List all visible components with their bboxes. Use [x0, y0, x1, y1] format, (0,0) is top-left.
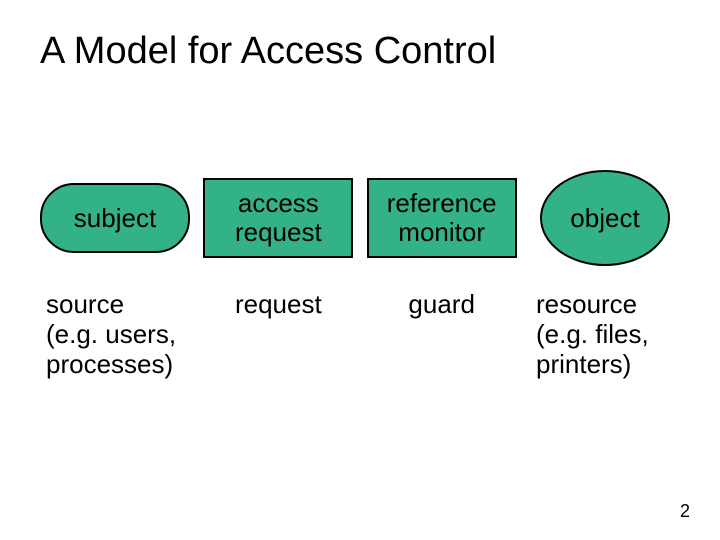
- label-source: source(e.g. users,processes): [40, 290, 190, 380]
- label-guard: guard: [367, 290, 517, 320]
- shape-reference-monitor: referencemonitor: [367, 178, 517, 258]
- cell-label-guard: guard: [367, 290, 517, 320]
- shape-access-request: accessrequest: [203, 178, 353, 258]
- cell-reference-monitor: referencemonitor: [367, 178, 517, 258]
- cell-label-resource: resource(e.g. files,printers): [530, 290, 680, 380]
- shape-object: object: [540, 170, 670, 266]
- label-request: request: [203, 290, 353, 320]
- cell-access-request: accessrequest: [203, 178, 353, 258]
- cell-subject: subject: [40, 183, 190, 253]
- cell-label-source: source(e.g. users,processes): [40, 290, 190, 380]
- slide-title: A Model for Access Control: [40, 30, 496, 73]
- page-number: 2: [680, 501, 690, 522]
- label-resource: resource(e.g. files,printers): [530, 290, 680, 380]
- cell-label-request: request: [203, 290, 353, 320]
- labels-row: source(e.g. users,processes) request gua…: [40, 290, 680, 380]
- diagram-row: subject accessrequest referencemonitor o…: [40, 170, 680, 266]
- cell-object: object: [530, 170, 680, 266]
- shape-subject: subject: [40, 183, 190, 253]
